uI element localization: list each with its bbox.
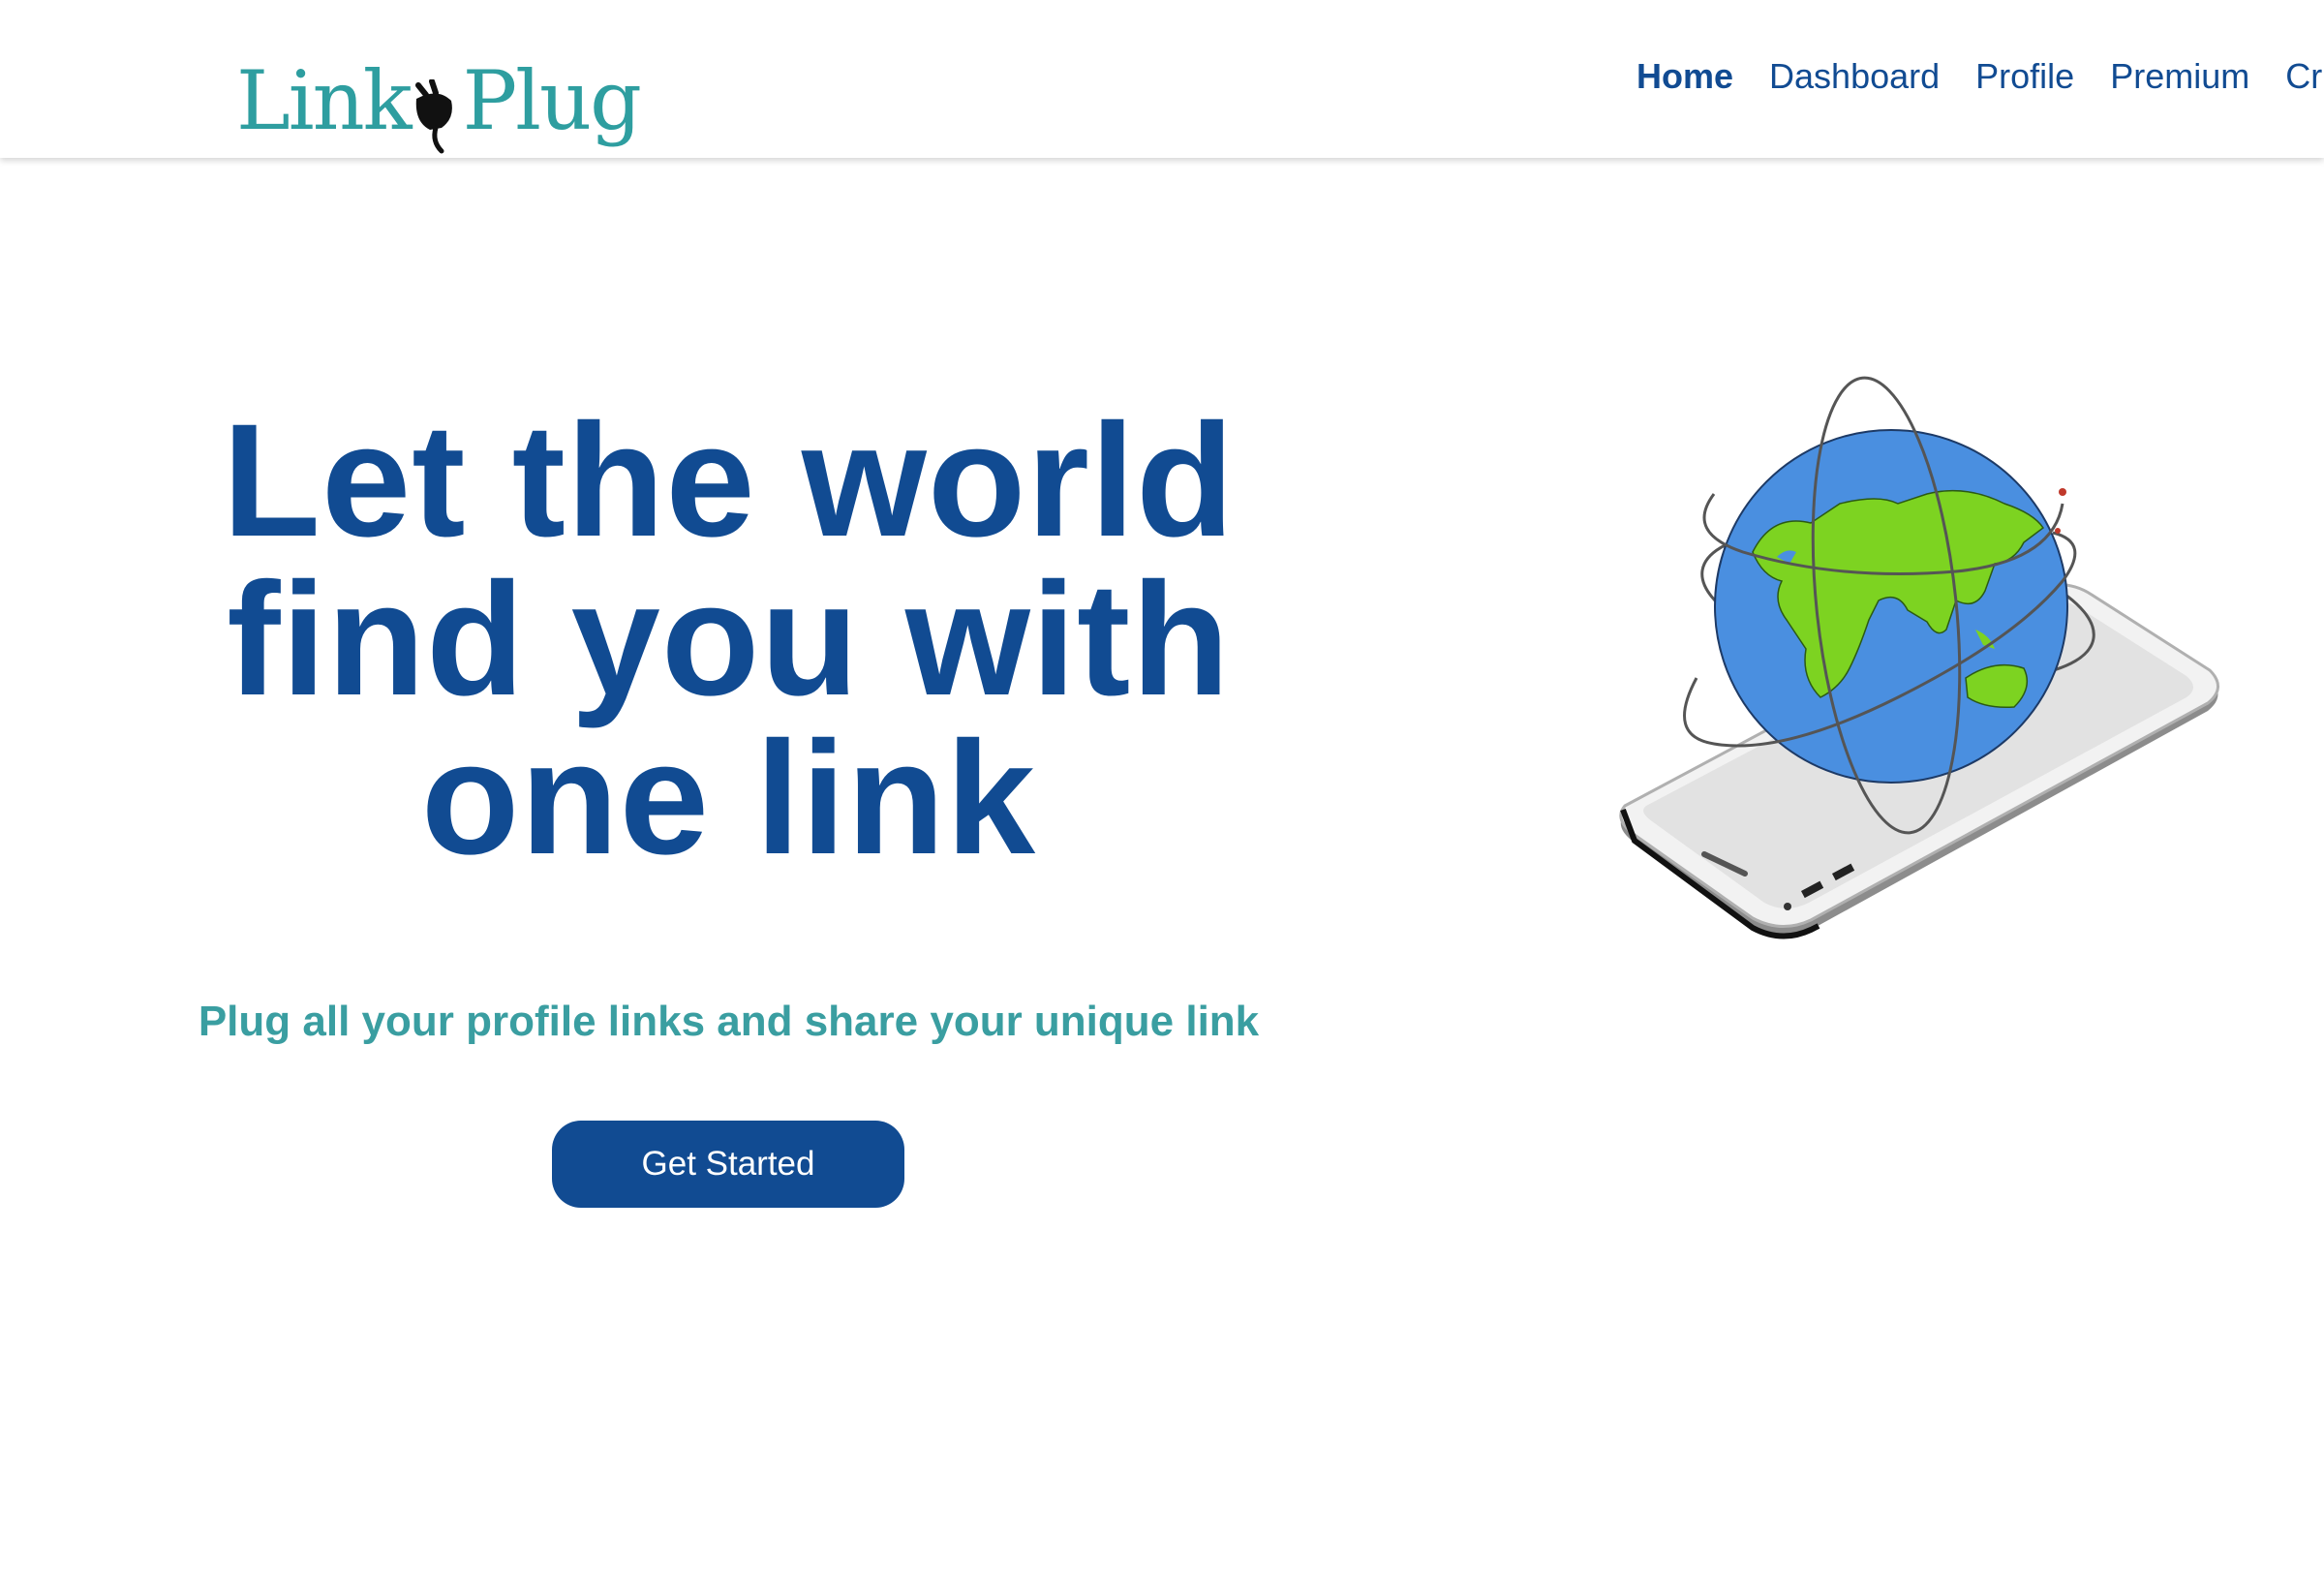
hero-title: Let the world find you with one link: [116, 401, 1341, 879]
nav-profile[interactable]: Profile: [1975, 56, 2074, 97]
hero-title-line-2: find you with: [227, 550, 1231, 729]
nav-home[interactable]: Home: [1636, 56, 1733, 97]
nav-premium[interactable]: Premium: [2110, 56, 2249, 97]
hero-title-line-3: one link: [420, 709, 1037, 888]
nav-dashboard[interactable]: Dashboard: [1769, 56, 1940, 97]
plug-icon: [413, 78, 463, 155]
hero-subtitle: Plug all your profile links and share yo…: [198, 998, 1260, 1045]
logo-text-link: Link: [236, 53, 413, 148]
logo-text-plug: Plug: [462, 53, 642, 148]
main-nav: Home Dashboard Profile Premium Cr: [1636, 56, 2324, 97]
navbar: Link Plug Home Dashboard Profile Premium…: [0, 0, 2324, 158]
hero-title-line-1: Let the world: [222, 391, 1236, 570]
globe-graphic: [1714, 429, 2068, 784]
get-started-button[interactable]: Get Started: [552, 1121, 904, 1208]
brand-logo[interactable]: Link Plug: [236, 53, 642, 167]
globe-phone-illustration: [1607, 358, 2227, 959]
nav-create[interactable]: Cr: [2285, 56, 2322, 97]
